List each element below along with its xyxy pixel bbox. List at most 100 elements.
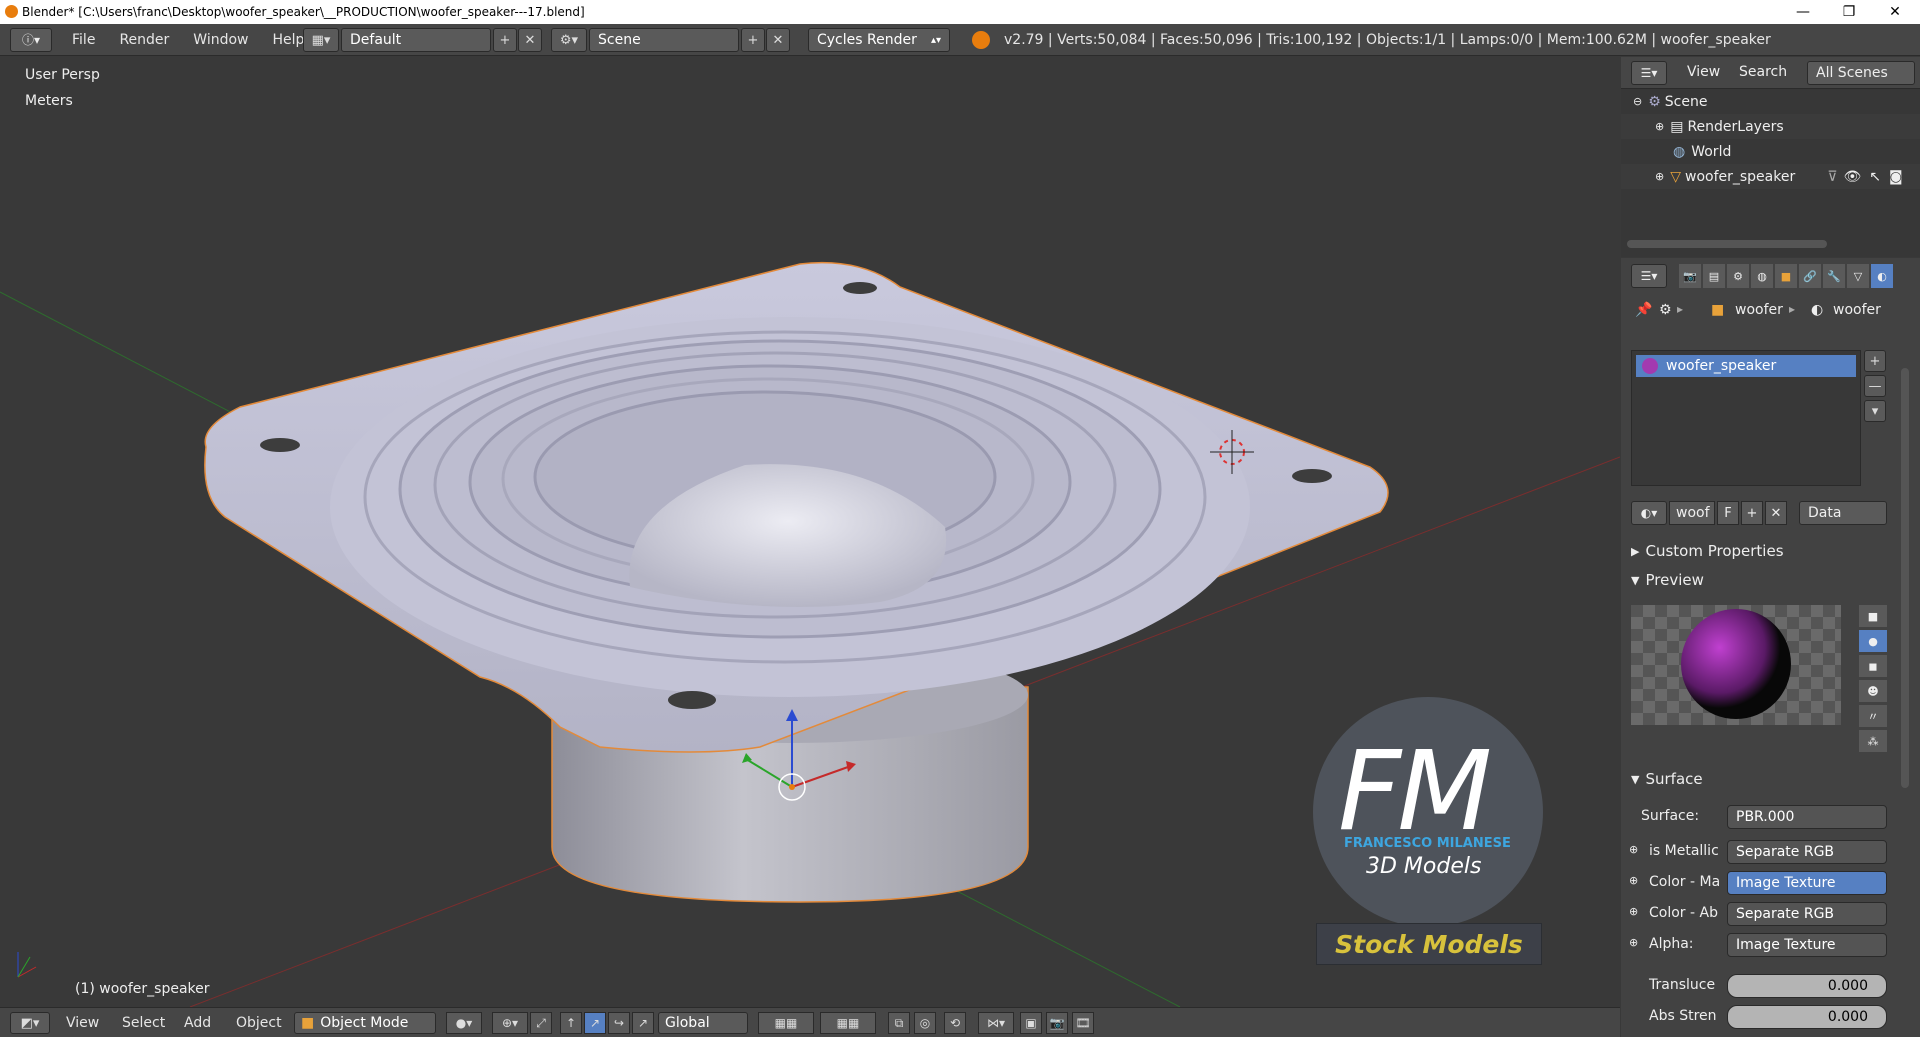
visibility-eye-icon[interactable]: 👁 [1843, 169, 1861, 185]
world-tab-icon[interactable]: ◍ [1751, 264, 1773, 288]
render-tab-icon[interactable]: 📷 [1679, 264, 1701, 288]
outliner-row-scene[interactable]: ⊖ ⚙ Scene [1621, 89, 1920, 114]
3d-viewport[interactable]: User Persp Meters (1) woofer_speaker FM … [0, 57, 1620, 1007]
browse-material-icon[interactable]: ◐▾ [1631, 501, 1667, 525]
material-slot-list[interactable]: woofer_speaker [1631, 350, 1861, 486]
color-ab-input-button[interactable]: Separate RGB [1727, 902, 1887, 926]
pin-icon[interactable]: 📌 [1635, 302, 1652, 318]
menu-window[interactable]: Window [181, 32, 260, 48]
menu-object[interactable]: Object [236, 1015, 282, 1031]
layout-dropdown[interactable]: Default [341, 28, 491, 52]
expand-icon[interactable]: ⊕ [1655, 120, 1664, 133]
slot-menu-icon[interactable]: ▾ [1864, 400, 1886, 422]
outliner-horizontal-scrollbar[interactable] [1627, 240, 1827, 248]
translucent-field[interactable]: 0.000 [1727, 974, 1887, 998]
snap-element-icon[interactable]: ⋈▾ [978, 1012, 1014, 1034]
surface-panel[interactable]: ▼ Surface [1631, 766, 1916, 792]
fake-user-button[interactable]: F [1717, 501, 1739, 525]
render-camera-icon[interactable]: ◙ [1889, 169, 1903, 185]
abs-strength-field[interactable]: 0.000 [1727, 1005, 1887, 1029]
maximize-button[interactable]: ❐ [1826, 0, 1872, 24]
object-tab-icon[interactable]: ■ [1775, 264, 1797, 288]
expand-icon[interactable]: ⊕ [1655, 170, 1664, 183]
scene-icon[interactable]: ⚙▾ [551, 28, 587, 52]
close-button[interactable]: ✕ [1872, 0, 1918, 24]
editor-type-info-icon[interactable]: ⓘ▾ [10, 27, 52, 52]
outliner-woofer-label: woofer_speaker [1685, 168, 1796, 185]
shading-mode-icon[interactable]: ●▾ [446, 1012, 482, 1034]
editor-type-3d-icon[interactable]: ◩▾ [10, 1012, 50, 1034]
outliner-row-renderlayers[interactable]: ⊕ ▤ RenderLayers [1621, 114, 1920, 139]
opengl-render-icon[interactable]: 📷 [1046, 1012, 1068, 1034]
manipulator-scale-icon[interactable]: ↪ [608, 1012, 630, 1034]
modifier-icon[interactable]: ⊽ [1827, 169, 1837, 185]
preview-sphere-icon[interactable]: ● [1859, 630, 1887, 652]
socket-link-icon[interactable]: ⊕ [1629, 905, 1638, 918]
select-arrow-icon[interactable]: ↖ [1869, 169, 1881, 185]
preview-monkey-icon[interactable]: ☻ [1859, 680, 1887, 702]
remove-slot-icon[interactable]: — [1864, 375, 1886, 397]
menu-render[interactable]: Render [107, 32, 181, 48]
scene-dropdown[interactable]: Scene [589, 28, 739, 52]
outliner-editor-icon[interactable]: ☰▾ [1631, 61, 1667, 85]
menu-file[interactable]: File [60, 32, 107, 48]
manipulator-extra-icon[interactable]: ↗ [632, 1012, 654, 1034]
unlink-material-icon[interactable]: ✕ [1765, 501, 1787, 525]
snap-icon[interactable]: ⟲ [944, 1012, 966, 1034]
outliner-row-woofer[interactable]: ⊕ ▽ woofer_speaker ⊽ 👁 ↖ ◙ [1621, 164, 1920, 189]
constraints-tab-icon[interactable]: 🔗 [1799, 264, 1821, 288]
preview-hair-icon[interactable]: 〃 [1859, 705, 1887, 727]
pivot-point-icon[interactable]: ⊕▾ [492, 1012, 528, 1034]
modifiers-tab-icon[interactable]: 🔧 [1823, 264, 1845, 288]
menu-view[interactable]: View [66, 1015, 99, 1031]
scene-tab-icon[interactable]: ⚙ [1727, 264, 1749, 288]
new-material-icon[interactable]: + [1741, 501, 1763, 525]
preview-cube-icon[interactable]: ◼ [1859, 655, 1887, 677]
material-name-field[interactable]: woof [1669, 501, 1715, 525]
material-slot-row[interactable]: woofer_speaker [1636, 355, 1856, 377]
properties-vertical-scrollbar[interactable] [1901, 368, 1909, 788]
outliner-view-menu[interactable]: View [1687, 64, 1720, 80]
add-slot-icon[interactable]: + [1864, 350, 1886, 372]
renderlayers-tab-icon[interactable]: ▤ [1703, 264, 1725, 288]
menu-select[interactable]: Select [122, 1015, 165, 1031]
mode-dropdown[interactable]: ■ Object Mode [294, 1012, 436, 1034]
layers-grid-2[interactable]: ▦▦ [820, 1012, 876, 1034]
outliner-row-world[interactable]: ◍ World [1621, 139, 1920, 164]
layer-lock-icon[interactable]: ⧉ [888, 1012, 910, 1034]
data-tab-icon[interactable]: ▽ [1847, 264, 1869, 288]
color-ma-input-button[interactable]: Image Texture [1727, 871, 1887, 895]
minimize-button[interactable]: — [1780, 0, 1826, 24]
preview-flat-icon[interactable]: ■ [1859, 605, 1887, 627]
manipulator-translate-icon[interactable]: ↑ [560, 1012, 582, 1034]
proportional-edit-icon[interactable]: ◎ [914, 1012, 936, 1034]
socket-link-icon[interactable]: ⊕ [1629, 843, 1638, 856]
menu-add[interactable]: Add [184, 1015, 211, 1031]
surface-shader-button[interactable]: PBR.000 [1727, 805, 1887, 829]
link-dropdown[interactable]: Data [1799, 501, 1887, 525]
transform-manipulator-icon[interactable]: ⤢ [530, 1012, 552, 1034]
collapse-icon[interactable]: ⊖ [1633, 95, 1642, 108]
orientation-dropdown[interactable]: Global [658, 1012, 748, 1034]
add-scene-icon[interactable]: + [741, 28, 765, 52]
alpha-input-button[interactable]: Image Texture [1727, 933, 1887, 957]
remove-scene-icon[interactable]: ✕ [766, 28, 790, 52]
properties-editor-icon[interactable]: ☰▾ [1631, 264, 1667, 288]
render-engine-dropdown[interactable]: Cycles Render ▴▾ [808, 28, 950, 52]
remove-layout-icon[interactable]: ✕ [518, 28, 542, 52]
outliner-search-menu[interactable]: Search [1739, 64, 1787, 80]
preview-spheres-icon[interactable]: ⁂ [1859, 730, 1887, 752]
socket-link-icon[interactable]: ⊕ [1629, 874, 1638, 887]
add-layout-icon[interactable]: + [493, 28, 517, 52]
socket-link-icon[interactable]: ⊕ [1629, 936, 1638, 949]
layers-grid-1[interactable]: ▦▦ [758, 1012, 814, 1034]
outliner-filter-dropdown[interactable]: All Scenes [1807, 61, 1915, 85]
render-preview-icon[interactable]: ▣ [1020, 1012, 1042, 1034]
preview-panel[interactable]: ▼ Preview [1631, 567, 1916, 593]
manipulator-rotate-icon[interactable]: ↗ [584, 1012, 606, 1034]
metallic-input-button[interactable]: Separate RGB [1727, 840, 1887, 864]
opengl-anim-icon[interactable]: 🎞 [1072, 1012, 1094, 1034]
material-tab-icon[interactable]: ◐ [1871, 264, 1893, 288]
custom-properties-panel[interactable]: ▶ Custom Properties [1631, 538, 1916, 564]
screen-layout-icon[interactable]: ▦▾ [303, 28, 339, 52]
